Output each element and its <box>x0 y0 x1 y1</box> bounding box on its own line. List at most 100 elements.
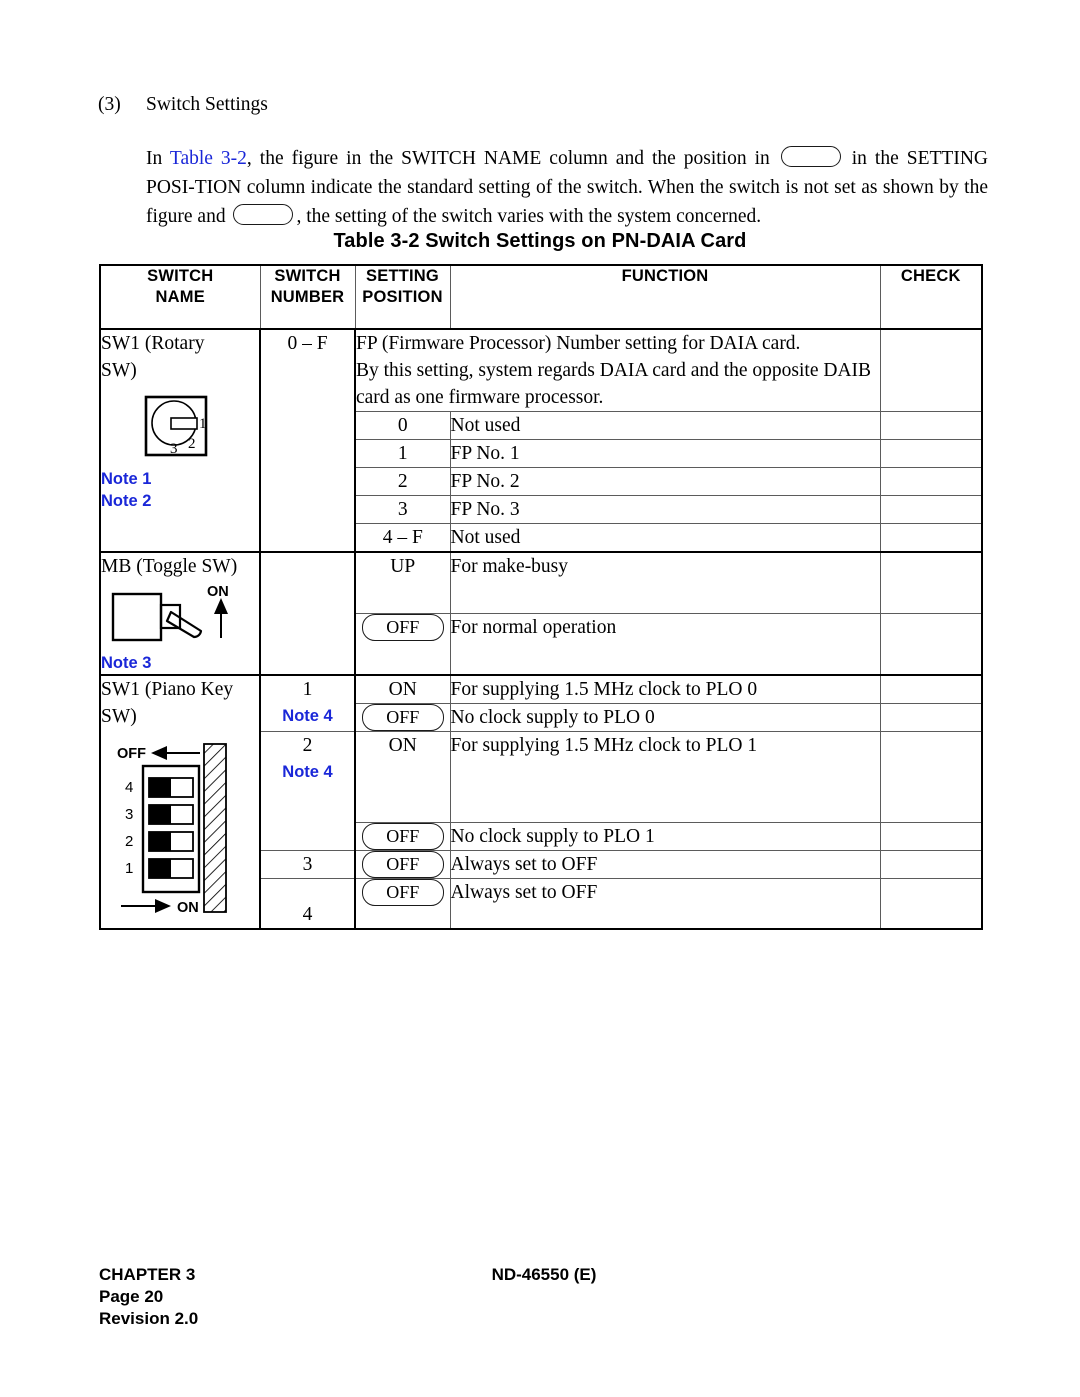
setting-position-cell: OFF <box>354 850 451 879</box>
switch-settings-table-wrapper: SWITCH NAME SWITCH NUMBER SETTING POSITI… <box>99 264 983 930</box>
function-cell: FP No. 1 <box>449 439 881 468</box>
check-cell[interactable] <box>879 551 983 614</box>
setting-position-cell: 0 <box>354 411 451 440</box>
footer-row-page: Page 20 <box>99 1286 989 1308</box>
function-cell: For normal operation <box>449 613 881 676</box>
switch-name-cell-piano: SW1 (Piano Key SW) OFF 4 3 2 1 ON <box>99 674 261 930</box>
setting-position-pill: OFF <box>361 614 444 641</box>
setting-position-pill-glyph-1 <box>780 146 841 167</box>
switch-name-cell-toggle: MB (Toggle SW) ON Note 3 <box>99 551 261 676</box>
function-cell: No clock supply to PLO 1 <box>449 822 881 851</box>
intro-text-4: , the setting of the switch varies with … <box>296 206 762 227</box>
header-switch-name-l1: SWITCH <box>147 267 214 285</box>
switch-name-line2: SW) <box>101 706 137 727</box>
setting-position-cell: ON <box>354 674 451 704</box>
intro-text-1: In <box>146 148 170 169</box>
function-cell: Not used <box>449 411 881 440</box>
header-switch-number-l2: NUMBER <box>270 288 345 306</box>
svg-text:2: 2 <box>125 833 133 850</box>
function-intro-cell-rotary: FP (Firmware Processor) Number setting f… <box>354 328 881 412</box>
check-cell[interactable] <box>879 523 983 553</box>
note-label-2: Note 2 <box>101 492 152 510</box>
setting-position-pill-glyph-2 <box>233 204 294 225</box>
check-cell[interactable] <box>879 439 983 468</box>
setting-position-cell: 2 <box>354 467 451 496</box>
setting-position-cell: UP <box>354 551 451 614</box>
toggle-switch-icon: ON <box>109 584 259 652</box>
switch-number-cell-piano-1: 1 Note 4 <box>259 674 356 732</box>
switch-name-line1: MB (Toggle SW) <box>101 556 238 577</box>
check-cell[interactable] <box>879 328 983 412</box>
piano-key-switch-icon: OFF 4 3 2 1 ON <box>115 740 259 928</box>
setting-position-cell: 4 – F <box>354 523 451 553</box>
page-footer: CHAPTER 3 ND-46550 (E) Page 20 Revision … <box>99 1264 989 1330</box>
setting-position-cell: OFF <box>354 822 451 851</box>
table-row: SW1 (Piano Key SW) OFF 4 3 2 1 ON 1 Note… <box>99 674 983 930</box>
switch-number-cell-piano-3: 3 <box>259 850 356 879</box>
footer-page: Page 20 <box>99 1287 164 1306</box>
header-setting-position: SETTING POSITION <box>354 264 451 330</box>
function-cell: Not used <box>449 523 881 553</box>
function-cell: For supplying 1.5 MHz clock to PLO 0 <box>449 674 881 704</box>
check-cell[interactable] <box>879 822 983 851</box>
footer-revision: Revision 2.0 <box>99 1309 199 1328</box>
svg-text:ON: ON <box>207 586 229 600</box>
function-intro-line-3: card as one firmware processor. <box>356 387 604 408</box>
header-setting-position-l1: SETTING <box>366 267 439 285</box>
setting-position-cell: ON <box>354 731 451 823</box>
note-label-4: Note 4 <box>282 763 333 781</box>
switch-name-line1: SW1 (Piano Key <box>101 679 234 700</box>
header-check: CHECK <box>879 264 983 330</box>
note-label-4: Note 4 <box>282 707 333 725</box>
function-cell: For supplying 1.5 MHz clock to PLO 1 <box>449 731 881 823</box>
check-cell[interactable] <box>879 467 983 496</box>
table-row: MB (Toggle SW) ON Note 3 UP For make-bus… <box>99 551 983 676</box>
function-cell: FP No. 3 <box>449 495 881 524</box>
footer-row-revision: Revision 2.0 <box>99 1308 989 1330</box>
section-heading-line: (3) Switch Settings <box>98 92 988 118</box>
svg-text:OFF: OFF <box>117 746 146 762</box>
setting-position-pill: OFF <box>361 851 444 878</box>
table-row: SW1 (Rotary SW) 1 2 3 Note 1 Note 2 0 – … <box>99 328 983 553</box>
switch-number-cell-piano-2: 2 Note 4 <box>259 731 356 851</box>
svg-text:3: 3 <box>125 806 133 823</box>
function-cell: For make-busy <box>449 551 881 614</box>
function-intro-line-2: By this setting, system regards DAIA car… <box>356 360 872 381</box>
table-header-row: SWITCH NAME SWITCH NUMBER SETTING POSITI… <box>99 264 983 330</box>
setting-position-cell: 1 <box>354 439 451 468</box>
svg-text:1: 1 <box>125 860 133 877</box>
footer-document-id: ND-46550 (E) <box>491 1265 597 1284</box>
header-function: FUNCTION <box>449 264 881 330</box>
header-switch-name: SWITCH NAME <box>99 264 261 330</box>
section-number: (3) <box>98 94 121 115</box>
switch-settings-table: SWITCH NAME SWITCH NUMBER SETTING POSITI… <box>99 264 983 930</box>
check-cell[interactable] <box>879 411 983 440</box>
check-cell[interactable] <box>879 850 983 879</box>
check-cell[interactable] <box>879 613 983 676</box>
footer-chapter: CHAPTER 3 <box>99 1265 196 1284</box>
svg-text:4: 4 <box>125 779 133 796</box>
note-label-3: Note 3 <box>101 654 152 672</box>
function-cell: No clock supply to PLO 0 <box>449 703 881 732</box>
setting-position-cell: OFF <box>354 878 451 930</box>
svg-text:2: 2 <box>188 436 196 452</box>
switch-number-cell-rotary: 0 – F <box>259 328 356 553</box>
switch-number-value: 2 <box>302 735 313 756</box>
switch-name-line1: SW1 (Rotary <box>101 333 205 354</box>
svg-text:1: 1 <box>199 416 207 432</box>
check-cell[interactable] <box>879 878 983 930</box>
intro-section: (3) Switch Settings In Table 3-2, the fi… <box>98 92 988 231</box>
function-cell: FP No. 2 <box>449 467 881 496</box>
setting-position-pill: OFF <box>361 823 444 850</box>
table-reference-link[interactable]: Table 3-2 <box>170 148 247 169</box>
check-cell[interactable] <box>879 495 983 524</box>
header-switch-number: SWITCH NUMBER <box>259 264 356 330</box>
check-cell[interactable] <box>879 731 983 823</box>
intro-text-2: , the figure in the SWITCH NAME column a… <box>246 148 778 169</box>
section-heading: Switch Settings <box>146 94 268 115</box>
function-cell: Always set to OFF <box>449 850 881 879</box>
check-cell[interactable] <box>879 703 983 732</box>
check-cell[interactable] <box>879 674 983 704</box>
function-cell: Always set to OFF <box>449 878 881 930</box>
switch-name-cell-rotary: SW1 (Rotary SW) 1 2 3 Note 1 Note 2 <box>99 328 261 553</box>
